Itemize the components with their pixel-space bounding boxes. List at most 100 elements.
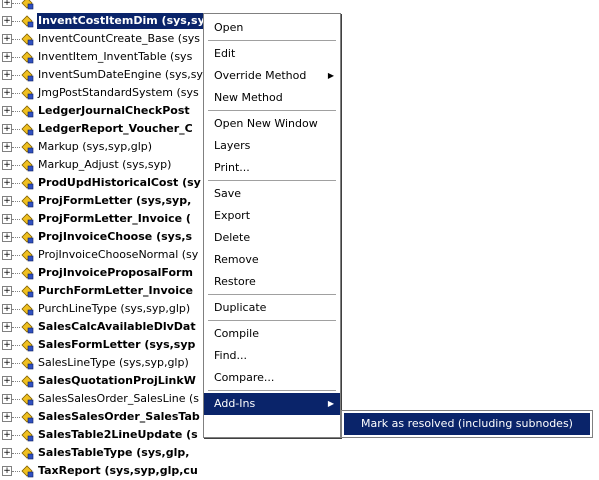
expand-plus-icon[interactable]: + (2, 340, 12, 350)
menu-item-export[interactable]: Export (204, 205, 340, 227)
expand-plus-icon[interactable]: + (2, 430, 12, 440)
expand-plus-icon[interactable]: + (2, 106, 12, 116)
expand-plus-icon[interactable]: + (2, 376, 12, 386)
menu-separator (208, 320, 336, 321)
tree-node-label: PurchFormLetter_Invoice (38, 284, 193, 297)
expand-plus-icon[interactable]: + (2, 160, 12, 170)
menu-separator (208, 390, 336, 391)
tree-node-label: SalesTableType (sys,glp, (38, 446, 190, 459)
tree-node-label: Markup_Adjust (sys,syp) (38, 158, 172, 171)
menu-item-layers[interactable]: Layers (204, 135, 340, 157)
menu-item-label: Add-Ins (214, 397, 256, 410)
menu-item-find[interactable]: Find... (204, 345, 340, 367)
expand-plus-icon[interactable]: + (2, 394, 12, 404)
menu-item-new-method[interactable]: New Method (204, 87, 340, 109)
menu-item-label: Print... (214, 161, 250, 174)
menu-item-open[interactable]: Open (204, 17, 340, 39)
tree-connector (12, 201, 20, 202)
tree-connector (12, 219, 20, 220)
expand-plus-icon[interactable]: + (2, 268, 12, 278)
menu-item-mark-as-resolved[interactable]: Mark as resolved (including subnodes) (344, 413, 590, 435)
tree-connector (12, 309, 20, 310)
expand-plus-icon[interactable]: + (2, 286, 12, 296)
class-icon (21, 69, 34, 82)
tree-connector (12, 291, 20, 292)
menu-item-label: Duplicate (214, 301, 267, 314)
tree-connector (12, 327, 20, 328)
menu-item-save[interactable]: Save (204, 183, 340, 205)
tree-node-label: ProjFormLetter_Invoice ( (38, 212, 191, 225)
menu-item-label: Export (214, 209, 251, 222)
menu-item-label: Find... (214, 349, 248, 362)
expand-plus-icon[interactable]: + (2, 250, 12, 260)
class-icon (21, 177, 34, 190)
class-icon (21, 123, 34, 136)
menu-item-remove[interactable]: Remove (204, 249, 340, 271)
tree-connector (12, 39, 20, 40)
menu-item-label: Save (214, 187, 242, 200)
tree-node[interactable]: + SalesTableType (sys,glp, (0, 444, 599, 462)
class-icon (21, 267, 34, 280)
menu-item-label: Open New Window (214, 117, 318, 130)
tree-node-label: PurchLineType (sys,syp,glp) (38, 302, 191, 315)
tree-node-label: SalesTable2LineUpdate (s (38, 428, 198, 441)
menu-item-print[interactable]: Print... (204, 157, 340, 179)
tree-node-label: LedgerReport_Voucher_C (38, 122, 193, 135)
tree-connector (12, 147, 20, 148)
menu-item-open-new-window[interactable]: Open New Window (204, 113, 340, 135)
menu-item-compare[interactable]: Compare... (204, 367, 340, 389)
menu-item-add-ins[interactable]: Add-Ins ▶ (204, 393, 340, 415)
class-icon (21, 213, 34, 226)
expand-plus-icon[interactable]: + (2, 214, 12, 224)
tree-connector (12, 435, 20, 436)
expand-plus-icon[interactable]: + (2, 304, 12, 314)
expand-plus-icon[interactable]: + (2, 16, 12, 26)
menu-item-override-method[interactable]: Override Method ▶ (204, 65, 340, 87)
expand-plus-icon[interactable]: + (2, 466, 12, 476)
menu-item-restore[interactable]: Restore (204, 271, 340, 293)
expand-plus-icon[interactable]: + (2, 196, 12, 206)
tree-connector (12, 3, 20, 4)
expand-plus-icon[interactable]: + (2, 52, 12, 62)
tree-node-label: LedgerJournalCheckPost (38, 104, 190, 117)
expand-plus-icon[interactable]: + (2, 142, 12, 152)
expand-plus-icon[interactable]: + (2, 34, 12, 44)
class-icon (21, 393, 34, 406)
tree-connector (12, 417, 20, 418)
menu-separator (208, 40, 336, 41)
expand-plus-icon[interactable]: + (2, 70, 12, 80)
class-icon (21, 375, 34, 388)
menu-item-edit[interactable]: Edit (204, 43, 340, 65)
class-icon (21, 15, 34, 28)
tree-node[interactable]: + TaxReport (sys,syp,glp,cu (0, 462, 599, 480)
tree-connector (12, 381, 20, 382)
expand-plus-icon[interactable]: + (2, 358, 12, 368)
expand-plus-icon[interactable]: + (2, 0, 12, 8)
class-icon (21, 447, 34, 460)
tree-node-label: ProdUpdHistoricalCost (sy (38, 176, 201, 189)
expand-plus-icon[interactable]: + (2, 448, 12, 458)
tree-node[interactable]: + (0, 0, 599, 12)
class-icon (21, 303, 34, 316)
menu-item-label: Layers (214, 139, 251, 152)
menu-item-label: Restore (214, 275, 256, 288)
expand-plus-icon[interactable]: + (2, 88, 12, 98)
tree-node-label: SalesSalesOrder_SalesLine (s (38, 392, 200, 405)
class-icon (21, 285, 34, 298)
expand-plus-icon[interactable]: + (2, 412, 12, 422)
expand-plus-icon[interactable]: + (2, 124, 12, 134)
menu-item-delete[interactable]: Delete (204, 227, 340, 249)
class-icon (21, 357, 34, 370)
class-icon (21, 159, 34, 172)
menu-item-label: Compile (214, 327, 259, 340)
expand-plus-icon[interactable]: + (2, 322, 12, 332)
class-icon (21, 51, 34, 64)
tree-node-label: JmgPostStandardSystem (sys (38, 86, 199, 99)
expand-plus-icon[interactable]: + (2, 232, 12, 242)
menu-item-compile[interactable]: Compile (204, 323, 340, 345)
tree-connector (12, 255, 20, 256)
tree-connector (12, 57, 20, 58)
context-menu: Open Edit Override Method ▶ New Method Open N… (203, 13, 341, 438)
menu-item-duplicate[interactable]: Duplicate (204, 297, 340, 319)
expand-plus-icon[interactable]: + (2, 178, 12, 188)
